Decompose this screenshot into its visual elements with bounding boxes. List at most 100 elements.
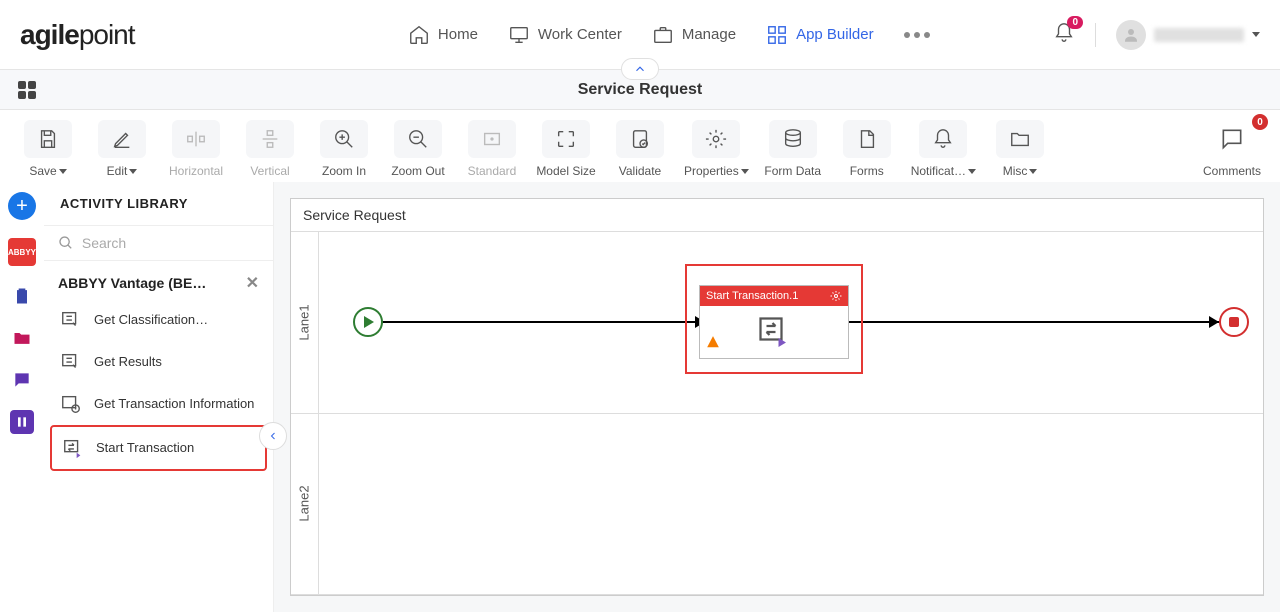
activity-icon — [58, 349, 84, 375]
user-menu[interactable] — [1116, 20, 1260, 50]
category-header[interactable]: ABBYY Vantage (BE… ✕ — [44, 261, 273, 299]
transaction-icon — [756, 314, 792, 350]
chevron-down-icon — [741, 169, 749, 174]
chat-rail-button[interactable] — [10, 368, 34, 392]
arrow-icon — [1209, 316, 1219, 328]
search-icon — [58, 234, 74, 252]
gear-icon — [705, 128, 727, 150]
zoom-out-button[interactable]: Zoom Out — [388, 120, 448, 178]
horizontal-button[interactable]: Horizontal — [166, 120, 226, 178]
abbyy-rail-button[interactable]: ABBYY — [8, 238, 36, 266]
monitor-icon — [508, 24, 530, 46]
activity-start-transaction[interactable]: Start Transaction — [50, 425, 267, 471]
validate-button[interactable]: Validate — [610, 120, 670, 178]
folder-icon — [1009, 128, 1031, 150]
nav-items: Home Work Center Manage App Builder — [258, 24, 930, 46]
username — [1154, 28, 1244, 42]
collapse-up-button[interactable] — [621, 58, 659, 80]
edit-button[interactable]: Edit — [92, 120, 152, 178]
lane-label: Lane1 — [291, 232, 319, 413]
canvas-activity-start-transaction[interactable]: Start Transaction.1 — [699, 285, 849, 359]
apps-grid-button[interactable] — [18, 81, 36, 99]
lanes: Lane1 Start Transaction.1 — [291, 232, 1263, 595]
zoom-in-button[interactable]: Zoom In — [314, 120, 374, 178]
chevron-left-icon — [267, 430, 279, 442]
activity-list: Get Classification… Get Results Get Tran… — [44, 299, 273, 471]
sidebar-collapse-button[interactable] — [259, 422, 287, 450]
chevron-down-icon — [129, 169, 137, 174]
start-node[interactable] — [353, 307, 383, 337]
lane-1[interactable]: Lane1 Start Transaction.1 — [291, 232, 1263, 414]
clipboard-rail-button[interactable] — [10, 284, 34, 308]
model-size-button[interactable]: Model Size — [536, 120, 596, 178]
folder-rail-button[interactable] — [10, 326, 34, 350]
misc-button[interactable]: Misc — [990, 120, 1050, 178]
activity-label: Get Results — [94, 354, 162, 370]
comments-button[interactable]: 0 Comments — [1202, 120, 1262, 178]
left-rail: + ABBYY — [0, 182, 44, 612]
canvas-title: Service Request — [291, 199, 1263, 232]
nav-workcenter[interactable]: Work Center — [508, 24, 622, 46]
comments-icon — [1219, 126, 1245, 152]
properties-button[interactable]: Properties — [684, 120, 749, 178]
align-horizontal-icon — [185, 128, 207, 150]
lane-label: Lane2 — [291, 414, 319, 595]
nav-manage[interactable]: Manage — [652, 24, 736, 46]
standard-button[interactable]: Standard — [462, 120, 522, 178]
nav-home[interactable]: Home — [408, 24, 478, 46]
nav-more[interactable] — [904, 32, 930, 38]
notifications-button[interactable]: 0 — [1053, 22, 1075, 47]
logo-point: point — [79, 19, 135, 50]
toolbar: Save Edit Horizontal Vertical Zoom In Zo… — [0, 110, 1280, 182]
lane-content[interactable]: Start Transaction.1 — [319, 232, 1263, 413]
form-data-button[interactable]: Form Data — [763, 120, 823, 178]
search-input[interactable] — [82, 235, 259, 251]
gear-icon[interactable] — [830, 290, 842, 302]
activity-get-transaction-info[interactable]: Get Transaction Information — [50, 383, 267, 425]
comments-badge: 0 — [1252, 114, 1268, 130]
activity-name: Start Transaction.1 — [706, 290, 798, 302]
main-area: + ABBYY ACTIVITY LIBRARY ABBYY Vantage (… — [0, 182, 1280, 612]
validate-icon — [629, 128, 651, 150]
logo-agile: agile — [20, 19, 79, 50]
activity-get-classification[interactable]: Get Classification… — [50, 299, 267, 341]
lane-content[interactable] — [319, 414, 1263, 595]
align-vertical-icon — [259, 128, 281, 150]
notifications-badge: 0 — [1067, 16, 1083, 29]
document-title: Service Request — [578, 81, 703, 99]
activity-library-sidebar: ACTIVITY LIBRARY ABBYY Vantage (BE… ✕ Ge… — [44, 182, 274, 612]
grid-icon — [766, 24, 788, 46]
chevron-down-icon — [59, 169, 67, 174]
save-button[interactable]: Save — [18, 120, 78, 178]
home-icon — [408, 24, 430, 46]
chevron-down-icon — [968, 169, 976, 174]
vertical-button[interactable]: Vertical — [240, 120, 300, 178]
forms-button[interactable]: Forms — [837, 120, 897, 178]
briefcase-icon — [652, 24, 674, 46]
lane-2[interactable]: Lane2 — [291, 414, 1263, 596]
activity-label: Get Transaction Information — [94, 396, 254, 412]
activity-label: Get Classification… — [94, 312, 208, 328]
nav-appbuilder[interactable]: App Builder — [766, 24, 874, 46]
topnav-right: 0 — [1053, 20, 1260, 50]
activity-body — [700, 306, 848, 358]
pause-rail-button[interactable] — [10, 410, 34, 434]
end-node[interactable] — [1219, 307, 1249, 337]
activity-icon — [58, 307, 84, 333]
activity-icon — [58, 391, 84, 417]
notifications-tb-button[interactable]: Notificat… — [911, 120, 976, 178]
nav-manage-label: Manage — [682, 26, 736, 43]
sidebar-title: ACTIVITY LIBRARY — [44, 182, 273, 225]
save-icon — [37, 128, 59, 150]
canvas[interactable]: Service Request Lane1 Start Transaction.… — [290, 198, 1264, 596]
add-button[interactable]: + — [8, 192, 36, 220]
activity-get-results[interactable]: Get Results — [50, 341, 267, 383]
title-band: Service Request — [0, 70, 1280, 110]
model-size-icon — [555, 128, 577, 150]
chevron-down-icon — [1029, 169, 1037, 174]
canvas-wrap: Service Request Lane1 Start Transaction.… — [274, 182, 1280, 612]
activity-icon — [60, 435, 86, 461]
document-icon — [856, 128, 878, 150]
logo: agilepoint — [20, 19, 135, 51]
close-icon[interactable]: ✕ — [246, 273, 259, 293]
